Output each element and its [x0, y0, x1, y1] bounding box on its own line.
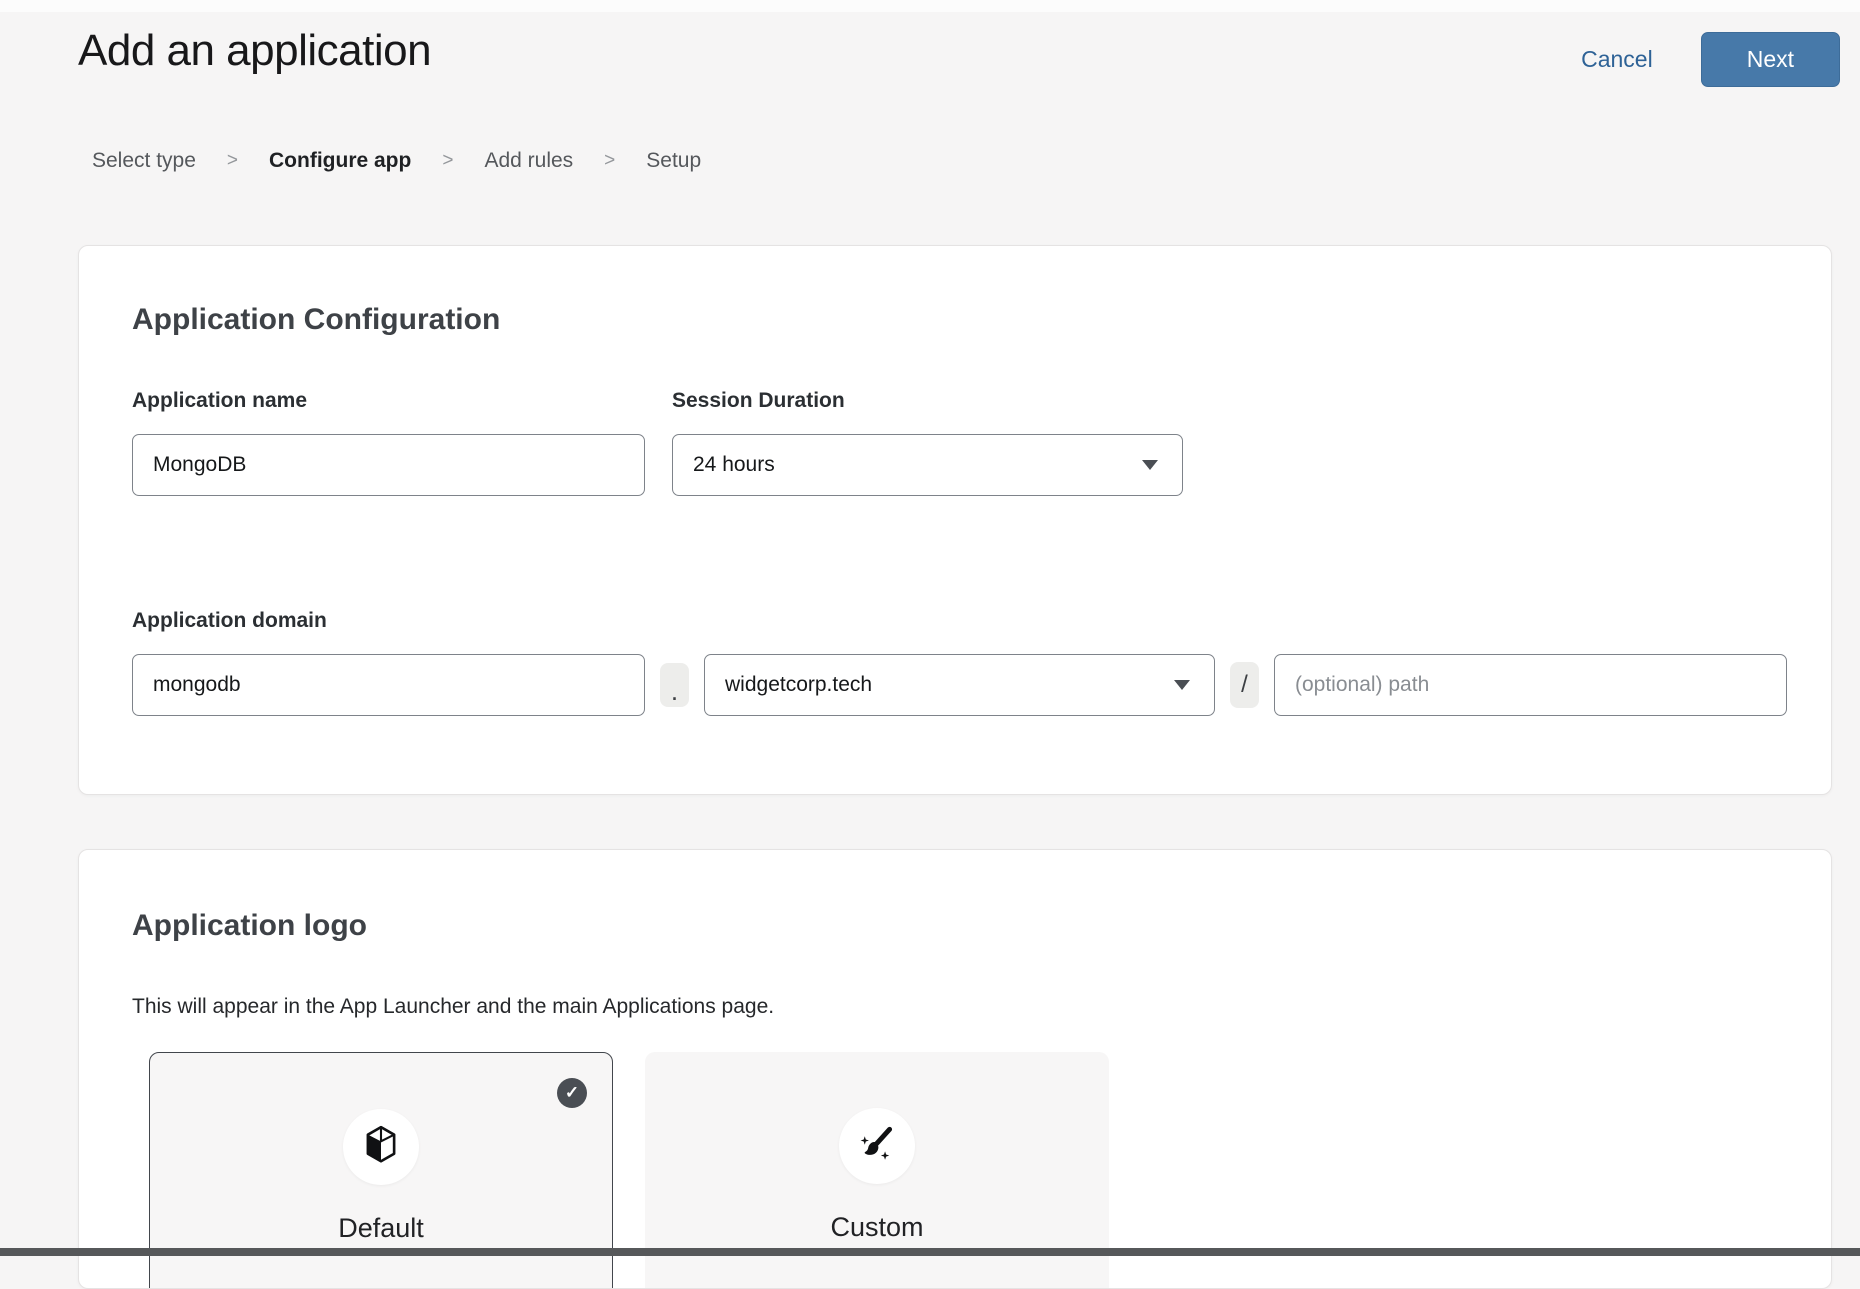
- breadcrumb-separator: >: [442, 150, 453, 172]
- path-input[interactable]: [1274, 654, 1787, 716]
- session-duration-label: Session Duration: [672, 388, 1183, 414]
- application-domain-label: Application domain: [132, 608, 1791, 634]
- domain-select[interactable]: widgetcorp.tech: [704, 654, 1215, 716]
- breadcrumb-step-add-rules[interactable]: Add rules: [484, 149, 573, 173]
- session-duration-group: Session Duration 24 hours: [672, 388, 1183, 496]
- name-duration-row: Application name Session Duration 24 hou…: [132, 388, 1791, 496]
- dot-separator: .: [660, 663, 689, 707]
- logo-option-custom-label: Custom: [645, 1212, 1109, 1243]
- paintbrush-icon: [856, 1123, 898, 1170]
- application-logo-card: Application logo This will appear in the…: [78, 849, 1832, 1289]
- application-logo-description: This will appear in the App Launcher and…: [132, 994, 1791, 1020]
- application-logo-heading: Application logo: [132, 908, 1791, 944]
- slash-separator: /: [1230, 662, 1259, 708]
- session-duration-select[interactable]: 24 hours: [672, 434, 1183, 496]
- application-name-group: Application name: [132, 388, 645, 496]
- breadcrumb-step-setup[interactable]: Setup: [646, 149, 701, 173]
- breadcrumb: Select type > Configure app > Add rules …: [92, 149, 1860, 173]
- chevron-down-icon: [1142, 460, 1158, 470]
- cancel-button[interactable]: Cancel: [1581, 46, 1653, 73]
- application-configuration-card: Application Configuration Application na…: [78, 245, 1832, 795]
- header-actions: Cancel Next: [1581, 32, 1840, 87]
- session-duration-value: 24 hours: [693, 453, 775, 477]
- breadcrumb-separator: >: [227, 150, 238, 172]
- configuration-heading: Application Configuration: [132, 302, 1791, 338]
- top-strip: [0, 0, 1860, 12]
- breadcrumb-step-configure-app[interactable]: Configure app: [269, 149, 411, 173]
- application-name-input[interactable]: [132, 434, 645, 496]
- domain-select-value: widgetcorp.tech: [725, 673, 872, 697]
- custom-logo-circle: [839, 1108, 915, 1184]
- application-domain-group: Application domain . widgetcorp.tech /: [132, 608, 1791, 716]
- chevron-down-icon: [1174, 680, 1190, 690]
- default-logo-circle: [343, 1109, 419, 1185]
- page-header: Add an application Cancel Next: [0, 12, 1860, 87]
- cube-icon: [360, 1124, 402, 1171]
- application-domain-row: . widgetcorp.tech /: [132, 654, 1791, 716]
- breadcrumb-separator: >: [604, 150, 615, 172]
- horizontal-scrollbar[interactable]: [0, 1248, 1860, 1256]
- page-title: Add an application: [78, 26, 431, 76]
- subdomain-input[interactable]: [132, 654, 645, 716]
- next-button[interactable]: Next: [1701, 32, 1840, 87]
- breadcrumb-step-select-type[interactable]: Select type: [92, 149, 196, 173]
- application-name-label: Application name: [132, 388, 645, 414]
- check-icon: ✓: [557, 1078, 587, 1108]
- logo-option-default-label: Default: [150, 1213, 612, 1244]
